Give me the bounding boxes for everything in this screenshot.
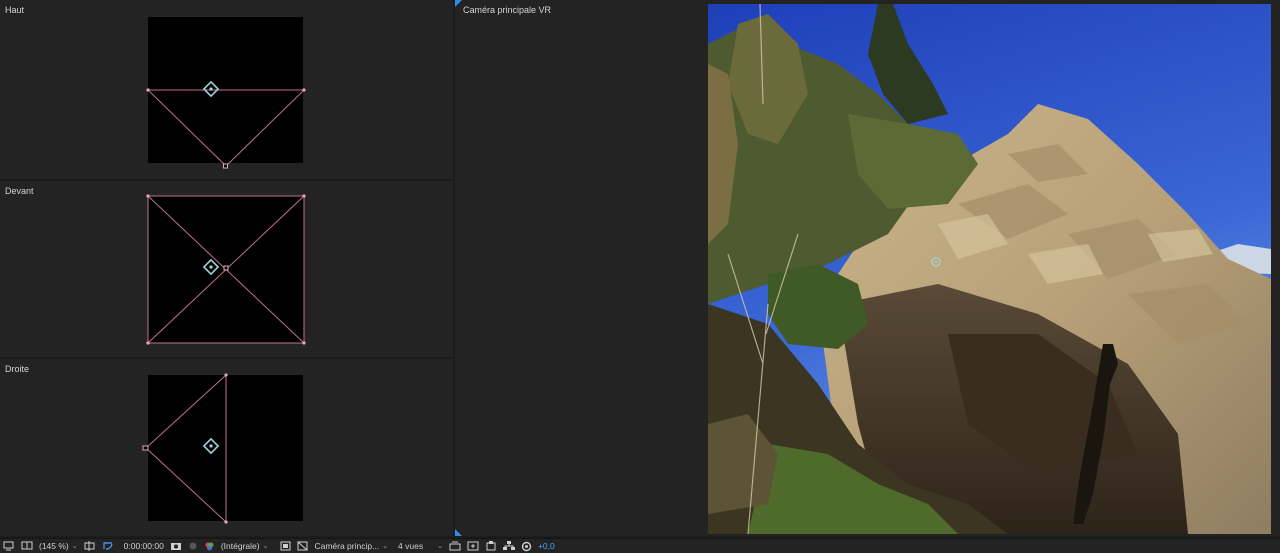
active-view-corner-marker — [455, 0, 462, 7]
right-view-frustum — [142, 373, 228, 524]
active-view-corner-marker — [455, 529, 462, 536]
active-camera-value: Caméra princip... — [314, 541, 380, 551]
monitor-icon[interactable] — [3, 539, 15, 553]
view-layout-dropdown[interactable]: 4 vues ⌄ — [398, 539, 443, 553]
region-icon[interactable] — [280, 539, 291, 553]
chevron-down-icon: ⌄ — [262, 543, 269, 550]
show-snapshot-icon[interactable] — [188, 539, 198, 553]
orthographic-views-column: Haut Devant Droite — [0, 0, 453, 536]
chevron-down-icon: ⌄ — [437, 543, 443, 550]
flowchart-icon[interactable] — [502, 539, 515, 553]
viewer-toolbar: (145 %) ⌄ 0:00:00:00 (Intégrale) ⌄ Camér… — [0, 538, 1280, 553]
camera-target-icon[interactable] — [202, 437, 220, 455]
resolution-value: (Intégrale) — [220, 541, 260, 551]
exposure-value[interactable]: +0,0 — [538, 539, 555, 553]
front-view-panel[interactable]: Devant — [0, 181, 453, 357]
main-camera-view[interactable]: Caméra principale VR — [455, 0, 1280, 536]
camera-snapshot-icon[interactable] — [170, 539, 182, 553]
timecode[interactable]: 0:00:00:00 — [124, 539, 164, 553]
camera-target-icon[interactable] — [202, 80, 220, 98]
grid-icon[interactable] — [21, 539, 33, 553]
color-channels-icon[interactable] — [204, 539, 215, 553]
right-view-panel[interactable]: Droite — [0, 359, 453, 536]
top-view-panel[interactable]: Haut — [0, 0, 453, 179]
mask-icon[interactable] — [102, 539, 114, 553]
transparency-grid-icon[interactable] — [297, 539, 308, 553]
draft-3d-icon[interactable] — [485, 539, 497, 553]
camera-target-icon[interactable] — [202, 258, 220, 276]
front-view-frustum — [146, 194, 306, 345]
camera-footage-preview[interactable] — [708, 4, 1271, 534]
region-of-interest-icon[interactable] — [84, 539, 96, 553]
zoom-level-value: (145 %) — [39, 541, 69, 551]
view-select-icon[interactable] — [449, 539, 461, 553]
top-view-frustum — [146, 80, 306, 169]
zoom-level-dropdown[interactable]: (145 %) ⌄ — [39, 539, 78, 553]
chevron-down-icon: ⌄ — [382, 543, 389, 550]
resolution-dropdown[interactable]: (Intégrale) ⌄ — [221, 539, 269, 553]
chevron-down-icon: ⌄ — [71, 543, 78, 550]
view-layout-value: 4 vues — [398, 541, 424, 551]
active-camera-dropdown[interactable]: Caméra princip... ⌄ — [314, 539, 388, 553]
view-label-main: Caméra principale VR — [463, 5, 552, 15]
reset-exposure-icon[interactable] — [521, 539, 532, 553]
fit-view-icon[interactable] — [467, 539, 479, 553]
